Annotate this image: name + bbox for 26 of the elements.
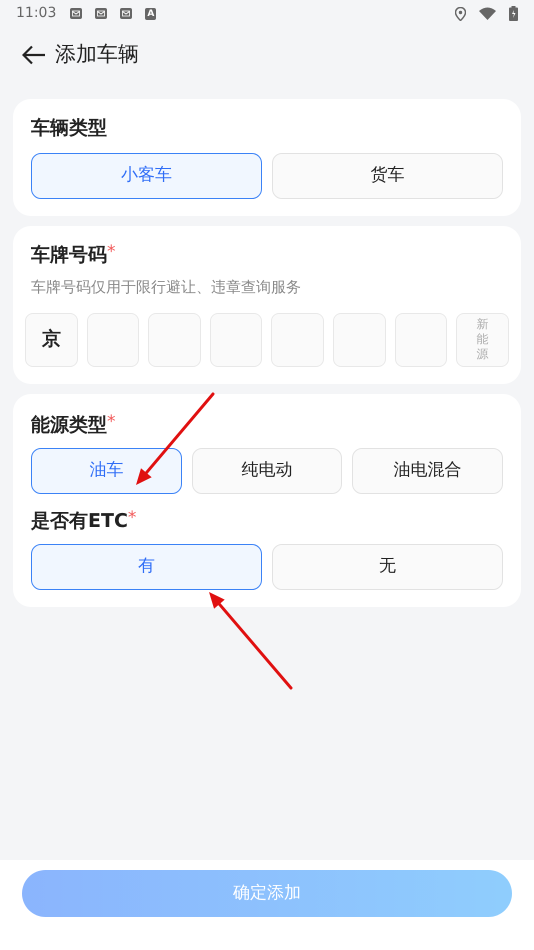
mail-icon [70,8,82,19]
location-icon [455,6,466,20]
required-mark: * [128,508,136,528]
option-button[interactable]: 无 [272,544,503,590]
status-time: 11:03 [16,4,56,23]
plate-hint: 车牌号码仅用于限行避让、违章查询服务 [30,277,302,298]
option-button[interactable]: 油车 [31,448,182,494]
page-title: 添加车辆 [55,41,139,68]
section-title: 车牌号码 [31,243,107,268]
notification-badge: A [145,8,156,20]
plate-cell[interactable]: 京 [25,312,78,366]
back-icon[interactable] [22,45,46,65]
option-button[interactable]: 纯电动 [192,448,342,494]
option-button[interactable]: 有 [31,544,262,590]
option-button[interactable]: 货车 [272,153,503,199]
required-mark: * [107,412,116,432]
section-title: 能源类型 [31,412,107,438]
battery-icon [509,6,518,21]
option-button[interactable]: 油电混合 [352,448,504,494]
section-title: 是否有ETC [31,508,128,534]
section-title: 车辆类型 [31,116,107,141]
required-mark: * [107,242,116,262]
option-button[interactable]: 小客车 [31,153,262,199]
mail-icon [95,8,108,19]
mail-icon [120,8,132,19]
wifi-icon [479,7,496,20]
